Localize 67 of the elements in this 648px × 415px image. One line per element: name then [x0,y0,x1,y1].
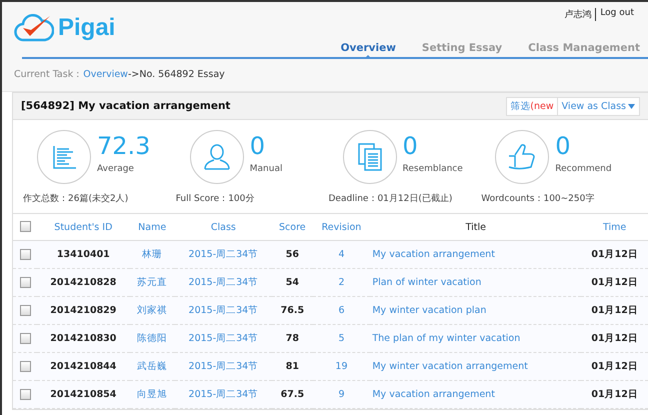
table-cell: 2014210844 [50,361,116,372]
table-cell: 2015-周二34节 [188,361,258,372]
table-cell: 4 [338,249,344,260]
breadcrumb-label: Current Task： [14,69,84,80]
checkbox[interactable] [20,304,30,316]
checkbox[interactable] [20,221,30,232]
table-cell: 2014210854 [50,389,116,400]
table-link[interactable]: 林珊 [142,249,162,260]
cloud-check-logo-icon [14,14,54,42]
checkbox[interactable] [20,332,30,344]
table-cell: 5 [338,333,344,344]
table-cell: 54 [286,277,299,288]
nav-tab[interactable]: Overview [338,42,398,57]
table-cell: 01月12日 [591,305,638,316]
stat-label: Manual [250,164,282,174]
stat-note: Full Score：100分 [176,192,254,205]
caret-icon [628,104,635,108]
table-cell: 01月12日 [591,333,638,344]
table-cell: 19 [335,361,348,372]
table-cell: 2015-周二34节 [188,389,258,400]
table-cell: 9 [338,389,344,400]
table-cell: 2015-周二34节 [188,277,258,288]
table-cell: 01月12日 [591,249,638,260]
table-cell: 78 [286,333,299,344]
table-cell: 2015-周二34节 [188,333,258,344]
table-cell: 81 [286,361,299,372]
table-cell: 01月12日 [591,389,638,400]
checkbox[interactable] [20,276,30,288]
logo-text: Pigai [58,14,116,42]
table-cell: 67.5 [280,389,304,400]
stat-value: 0 [402,132,419,160]
table-cell: 2014210830 [50,333,116,344]
table-cell: 01月12日 [591,361,638,372]
nav-tab[interactable]: Setting Essay [420,42,504,57]
table-cell: 2015-周二34节 [188,305,258,316]
table-cell: 56 [286,249,299,260]
table-cell: 2014210829 [50,305,116,316]
stat-note: 作文总数：26篇(未交2人) [23,192,128,205]
stat-value: 0 [555,132,572,160]
table-cell: 2014210828 [50,277,116,288]
logout-link[interactable]: Log out [600,8,634,21]
table-cell: 2 [338,277,344,288]
table-cell: 13410401 [56,249,110,260]
user-name: 卢志鸿 [564,8,596,21]
stat-label: Recommend [555,164,612,174]
table-cell: 76.5 [280,305,304,316]
table-cell: 01月12日 [591,277,638,288]
documents-icon [356,142,384,172]
breadcrumb-current: ->No. 564892 Essay [128,69,225,80]
stat-label: Resemblance [402,164,463,174]
breadcrumb-link[interactable]: Overview [83,69,128,80]
table-cell: 2015-周二34节 [188,249,258,260]
checkbox[interactable] [20,360,30,372]
stat-note: Deadline：01月12日(已截止) [328,192,452,205]
task-title: [564892] My vacation arrangement [21,100,230,112]
filter-button[interactable]: 筛选(new [506,96,558,116]
nav-tab[interactable]: Class Management [526,42,642,57]
bar-list-icon [51,144,77,170]
table-cell: 6 [338,305,344,316]
stat-note: Wordcounts：100~250字 [481,192,594,205]
view-as-class-button[interactable]: View as Class [558,96,640,116]
checkbox[interactable] [20,388,30,400]
stat-label: Average [97,164,135,174]
person-icon [202,142,232,172]
checkbox[interactable] [20,248,30,260]
stat-value: 72.3 [97,132,150,160]
stat-value: 0 [250,132,266,160]
